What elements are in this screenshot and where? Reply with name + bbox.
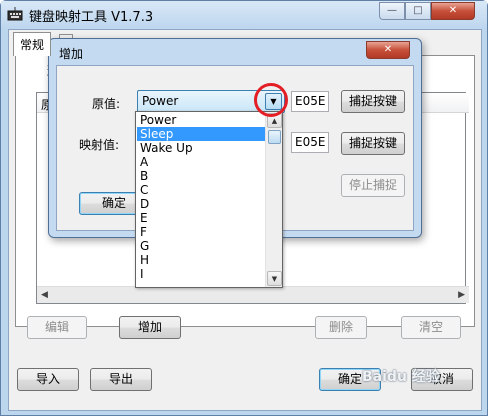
dialog-close-button[interactable]: ✕ xyxy=(366,41,410,59)
list-item[interactable]: E xyxy=(137,211,265,225)
watermark: Baidu 经验 xyxy=(362,369,440,385)
scroll-down-icon[interactable]: ▼ xyxy=(267,271,282,286)
maximize-button[interactable]: □ xyxy=(405,2,431,20)
stop-capture-button[interactable]: 停止捕捉 xyxy=(341,174,405,197)
mapped-code-field[interactable]: E05E xyxy=(291,132,329,153)
list-item[interactable]: F xyxy=(137,225,265,239)
capture-mapped-button[interactable]: 捕捉按键 xyxy=(341,132,405,155)
minimize-button[interactable]: — xyxy=(379,2,405,20)
list-item[interactable]: A xyxy=(137,155,265,169)
export-button[interactable]: 导出 xyxy=(90,368,152,391)
key-dropdown-list[interactable]: Power Sleep Wake Up A B C D E F G H I ▲ … xyxy=(135,111,283,288)
list-item[interactable]: Power xyxy=(137,113,265,127)
annotation-circle xyxy=(254,83,288,117)
capture-original-button[interactable]: 捕捉按键 xyxy=(341,90,405,113)
scrollbar-thumb[interactable] xyxy=(268,130,281,144)
original-code-field[interactable]: E05E xyxy=(291,91,329,112)
dialog-title: 增加 xyxy=(59,47,84,61)
original-value-selected: Power xyxy=(142,94,179,108)
edit-button[interactable]: 编辑 xyxy=(27,316,87,339)
close-button[interactable]: ✕ xyxy=(431,2,475,20)
add-button[interactable]: 增加 xyxy=(119,316,181,339)
list-item[interactable]: I xyxy=(137,267,265,281)
list-item[interactable]: G xyxy=(137,239,265,253)
clear-button[interactable]: 清空 xyxy=(401,316,461,339)
delete-button[interactable]: 删除 xyxy=(315,316,367,339)
scroll-left-icon[interactable]: ◀ xyxy=(41,290,48,300)
list-item[interactable]: H xyxy=(137,253,265,267)
keyboard-icon xyxy=(7,7,23,21)
original-value-label: 原值: xyxy=(92,97,121,111)
list-item-selected[interactable]: Sleep xyxy=(137,127,265,141)
horizontal-scrollbar[interactable]: ◀ ▶ xyxy=(37,286,469,303)
list-item[interactable]: C xyxy=(137,183,265,197)
list-item[interactable]: Wake Up xyxy=(137,141,265,155)
mapped-value-label: 映射值: xyxy=(79,138,120,152)
title-bar[interactable]: 键盘映射工具 V1.7.3 — □ ✕ xyxy=(1,1,487,29)
list-item[interactable]: B xyxy=(137,169,265,183)
list-item[interactable]: D xyxy=(137,197,265,211)
tab-general[interactable]: 常规 xyxy=(13,32,52,56)
window-title: 键盘映射工具 V1.7.3 xyxy=(29,10,154,25)
import-button[interactable]: 导入 xyxy=(17,368,79,391)
scroll-right-icon[interactable]: ▶ xyxy=(458,290,465,300)
dropdown-scrollbar[interactable]: ▲ ▼ xyxy=(265,112,282,287)
